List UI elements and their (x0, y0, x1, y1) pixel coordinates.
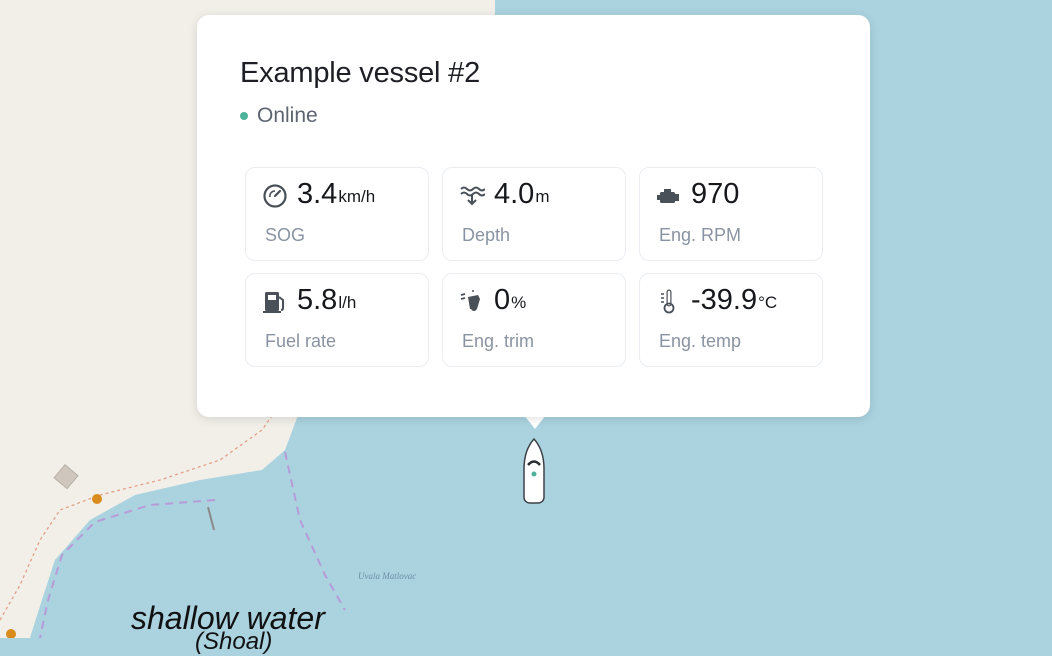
status-text: Online (257, 104, 318, 127)
status-dot-icon (240, 112, 248, 120)
depth-waves-icon (458, 182, 486, 210)
metric-value: 970 (691, 178, 740, 210)
metric-card-sog[interactable]: 3.4 km/h SOG (245, 167, 429, 261)
metric-label: Eng. RPM (659, 225, 742, 245)
vessel-popup: Example vessel #2 Online 3.4 km/h SOG 4.… (197, 15, 870, 417)
metric-unit: l/h (338, 293, 357, 312)
poi-icon (92, 494, 102, 504)
metric-label: SOG (265, 225, 306, 245)
metric-value: 3.4 (297, 178, 338, 210)
vessel-status: Online (240, 104, 318, 128)
shoal-label: (Shoal) (195, 628, 273, 655)
metric-value: 4.0 (494, 178, 535, 210)
metric-value: -39.9 (691, 284, 758, 316)
metric-label: Eng. trim (462, 331, 535, 351)
metric-card-trim[interactable]: 0 % Eng. trim (442, 273, 626, 367)
fuel-pump-icon (261, 288, 289, 316)
popup-arrow (524, 415, 546, 429)
metric-label: Eng. temp (659, 331, 742, 351)
vessel-marker[interactable] (521, 437, 547, 505)
vessel-name: Example vessel #2 (240, 57, 480, 89)
thermometer-icon (655, 288, 683, 316)
metric-label: Depth (462, 225, 511, 245)
metric-unit: °C (758, 293, 778, 312)
metrics-grid: 3.4 km/h SOG 4.0 m Depth 970 Eng. RPM 5.… (245, 167, 823, 367)
metric-card-depth[interactable]: 4.0 m Depth (442, 167, 626, 261)
metric-unit: % (511, 293, 527, 312)
engine-trim-icon (458, 288, 486, 316)
speedometer-icon (261, 182, 289, 210)
metric-unit: km/h (338, 187, 376, 206)
engine-icon (655, 182, 683, 210)
map-place-label: Uvala Matlovac (358, 571, 417, 581)
metric-label: Fuel rate (265, 331, 337, 351)
metric-value: 5.8 (297, 284, 338, 316)
metric-card-fuel[interactable]: 5.8 l/h Fuel rate (245, 273, 429, 367)
metric-value: 0 (494, 284, 511, 316)
metric-card-rpm[interactable]: 970 Eng. RPM (639, 167, 823, 261)
metric-unit: m (535, 187, 550, 206)
metric-card-temp[interactable]: -39.9 °C Eng. temp (639, 273, 823, 367)
